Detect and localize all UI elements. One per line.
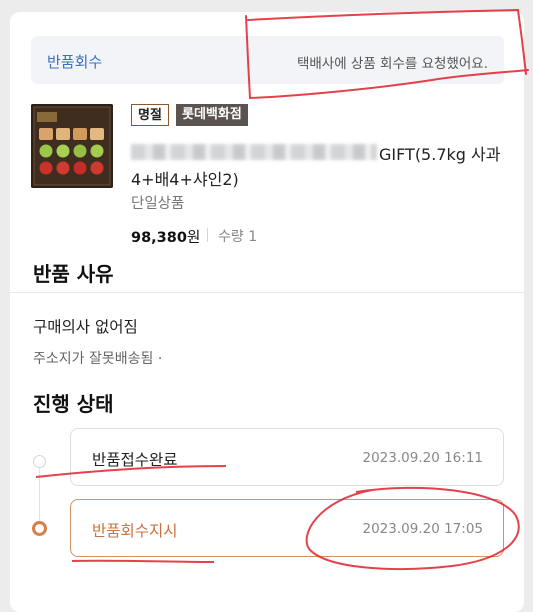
price-value: 98,380 (131, 230, 187, 246)
status-step-pickup-ordered: 반품회수지시 2023.09.20 17:05 (70, 499, 504, 557)
gift-box-photo-icon (31, 104, 113, 188)
product-price: 98,380원 (131, 226, 200, 247)
timeline-connector (39, 461, 40, 525)
blurred-title-segment (131, 144, 377, 160)
section-divider (10, 292, 524, 293)
progress-status-heading: 진행 상태 (33, 392, 114, 416)
return-reason-heading: 반품 사유 (33, 262, 114, 286)
notice-message: 택배사에 상품 회수를 요청했어요. (296, 56, 488, 72)
return-notice-banner: 반품회수 택배사에 상품 회수를 요청했어요. (31, 36, 504, 84)
badge-holiday: 명절 (131, 104, 169, 126)
step-timestamp: 2023.09.20 16:11 (362, 450, 484, 466)
step-label: 반품회수지시 (92, 522, 178, 540)
price-unit: 원 (186, 230, 201, 246)
product-option: 단일상품 (131, 196, 185, 212)
product-title-line1[interactable]: GIFT(5.7kg 사과 (379, 141, 500, 165)
product-thumbnail[interactable] (31, 104, 113, 188)
product-title-line2[interactable]: 4+배4+샤인2) (131, 166, 239, 190)
divider (207, 228, 208, 242)
timeline-dot-inactive-icon (33, 455, 46, 468)
product-quantity: 수량 1 (218, 229, 258, 245)
status-step-received: 반품접수완료 2023.09.20 16:11 (70, 428, 504, 486)
step-label: 반품접수완료 (92, 451, 178, 469)
return-reason-main: 구매의사 없어짐 (33, 318, 138, 336)
return-reason-detail: 주소지가 잘못배송됨 · (33, 351, 163, 367)
step-timestamp: 2023.09.20 17:05 (362, 521, 484, 537)
notice-label: 반품회수 (47, 53, 103, 71)
badge-store: 롯데백화점 (176, 104, 248, 126)
timeline-dot-active-icon (32, 521, 47, 536)
